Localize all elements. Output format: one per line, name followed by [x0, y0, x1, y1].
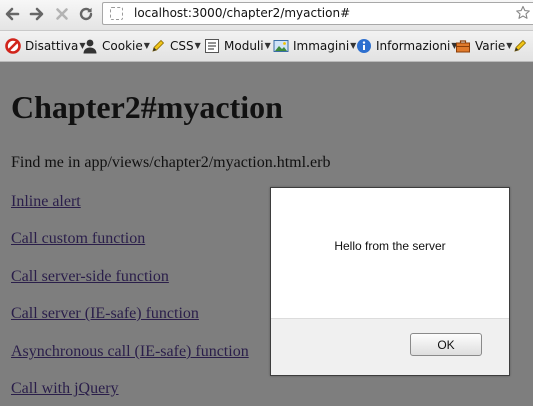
- toolbar-item-label: Disattiva: [25, 39, 79, 53]
- page-icon: [110, 7, 123, 20]
- toolbar-item-informazioni[interactable]: Informazioni ▼: [356, 37, 458, 55]
- person-icon: [83, 39, 97, 54]
- toolbar-item-varie[interactable]: Varie ▼: [455, 37, 512, 55]
- chevron-down-icon: ▼: [194, 40, 201, 50]
- url-text: localhost:3000/chapter2/myaction#: [134, 6, 351, 20]
- toolbar-item-label: Cookie: [102, 39, 143, 53]
- toolbar-item-label: CSS: [170, 39, 194, 53]
- link-call-server-ie-safe-function[interactable]: Call server (IE-safe) function: [11, 305, 199, 323]
- pencil-icon: [514, 39, 527, 52]
- forward-arrow-icon: [29, 7, 44, 21]
- close-icon: [56, 8, 68, 20]
- dialog-message: Hello from the server: [334, 239, 446, 253]
- image-icon: [273, 40, 289, 52]
- forward-button[interactable]: [27, 4, 47, 24]
- extension-toolbar: Disattiva ▼ Cookie ▼ CSS ▼ Moduli ▼ Imma…: [0, 31, 533, 62]
- toolbar-item-cookie[interactable]: Cookie ▼: [82, 37, 150, 55]
- toolbar-item-immagini[interactable]: Immagini ▼: [273, 37, 356, 55]
- link-call-with-jquery[interactable]: Call with jQuery: [11, 380, 119, 398]
- toolbar-item-disattiva[interactable]: Disattiva ▼: [5, 37, 86, 55]
- browser-toolbar: localhost:3000/chapter2/myaction#: [0, 0, 533, 31]
- stop-button[interactable]: [52, 4, 72, 24]
- reload-icon: [79, 7, 93, 21]
- link-inline-alert[interactable]: Inline alert: [11, 193, 81, 211]
- toolbar-item-css[interactable]: CSS ▼: [150, 37, 201, 55]
- toolbar-item-overflow[interactable]: [512, 37, 528, 55]
- ok-button[interactable]: OK: [410, 333, 482, 356]
- bookmark-star-icon[interactable]: [515, 5, 531, 21]
- toolbar-item-label: Moduli: [224, 39, 264, 53]
- page-title: Chapter2#myaction: [11, 89, 283, 125]
- dialog-footer: OK: [271, 318, 509, 375]
- chevron-down-icon: ▼: [264, 40, 271, 50]
- chevron-down-icon: ▼: [143, 40, 150, 50]
- back-button[interactable]: [2, 4, 22, 24]
- form-icon: [205, 39, 219, 53]
- reload-button[interactable]: [76, 4, 96, 24]
- back-arrow-icon: [5, 7, 20, 21]
- alert-dialog: Hello from the server OK: [270, 187, 510, 376]
- page-note: Find me in app/views/chapter2/myaction.h…: [11, 154, 331, 171]
- link-call-custom-function[interactable]: Call custom function: [11, 230, 145, 248]
- disable-icon: [5, 38, 21, 54]
- toolbox-icon: [456, 40, 470, 53]
- info-icon: [357, 39, 371, 53]
- toolbar-item-label: Immagini: [293, 39, 350, 53]
- pencil-icon: [152, 39, 165, 52]
- link-call-server-side-function[interactable]: Call server-side function: [11, 268, 169, 286]
- toolbar-item-label: Informazioni: [376, 39, 451, 53]
- toolbar-item-label: Varie: [475, 39, 506, 53]
- toolbar-item-moduli[interactable]: Moduli ▼: [204, 37, 271, 55]
- address-bar[interactable]: localhost:3000/chapter2/myaction#: [102, 2, 533, 25]
- link-asynchronous-call-ie-safe-function[interactable]: Asynchronous call (IE-safe) function: [11, 343, 249, 361]
